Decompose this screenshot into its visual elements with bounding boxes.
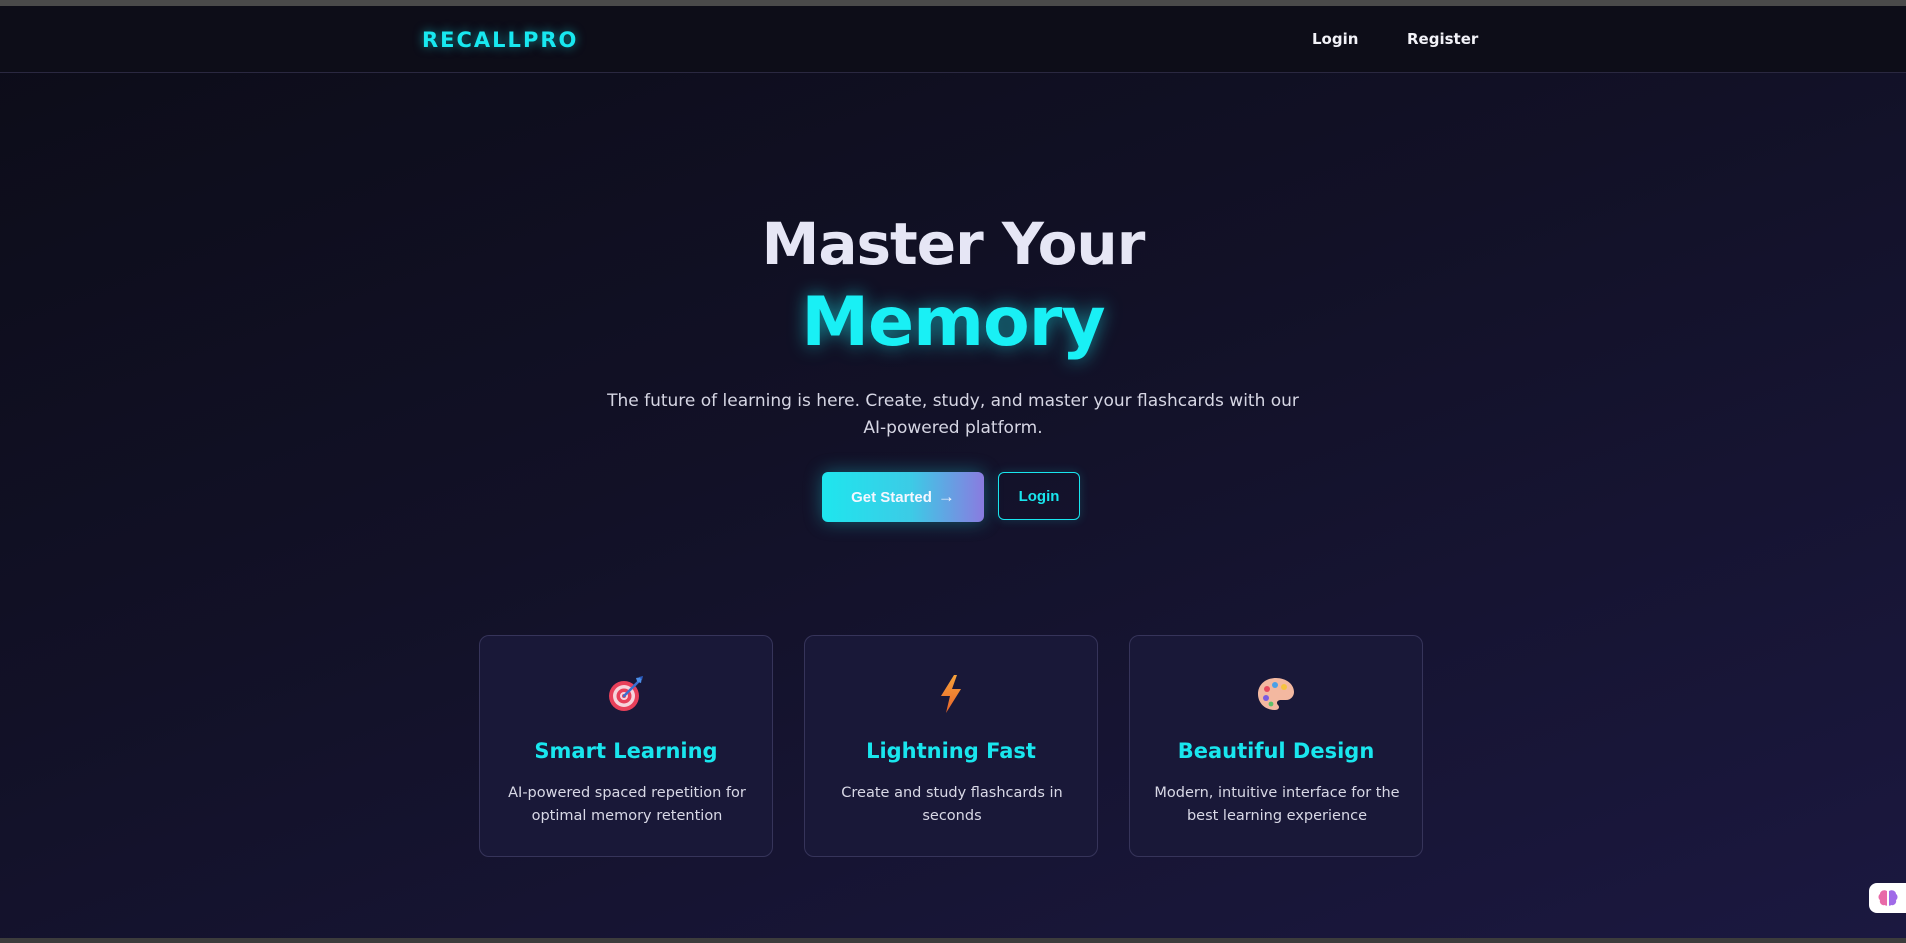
brain-widget-button[interactable] [1869,883,1906,913]
window-bottom-edge [0,938,1906,943]
feature-card-lightning-fast: Lightning Fast Create and study flashcar… [804,635,1098,857]
logo[interactable]: RECALLPRO [422,28,578,52]
hero-subtitle: The future of learning is here. Create, … [607,391,1299,438]
card-title: Beautiful Design [1177,739,1375,763]
nav-register-link[interactable]: Register [1407,30,1478,48]
feature-card-smart-learning: Smart Learning AI-powered spaced repetit… [479,635,773,857]
get-started-button[interactable]: Get Started → [822,472,984,522]
arrow-right-icon: → [937,487,955,506]
palette-icon [1130,674,1422,714]
nav-login-link[interactable]: Login [1312,30,1358,48]
landing-page: RECALLPRO Login Register Master Your Mem… [0,0,1906,943]
target-icon [480,674,772,714]
navbar: RECALLPRO Login Register [0,6,1906,73]
hero-title-line1: Master Your [761,210,1146,278]
brain-icon [1878,890,1897,906]
hero-login-button[interactable]: Login [998,472,1080,520]
card-title: Smart Learning [534,739,718,763]
card-description: Create and study flashcards in seconds [841,785,1063,824]
card-title: Lightning Fast [866,739,1036,763]
card-description: AI-powered spaced repetition for optimal… [508,785,746,824]
lightning-icon [805,674,1097,714]
hero-title-line2: Memory [801,283,1105,362]
card-description: Modern, intuitive interface for the best… [1154,785,1400,824]
get-started-label: Get Started [851,488,932,506]
feature-card-beautiful-design: Beautiful Design Modern, intuitive inter… [1129,635,1423,857]
